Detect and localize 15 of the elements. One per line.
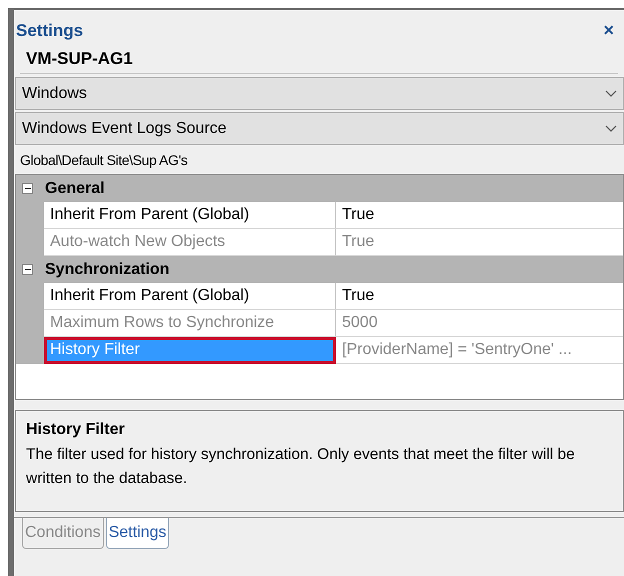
- object-name: VM-SUP-AG1: [20, 41, 618, 74]
- group-header[interactable]: Synchronization: [45, 260, 170, 278]
- collapse-icon[interactable]: [22, 264, 33, 275]
- dropdown[interactable]: Windows: [15, 77, 624, 110]
- chevron-icon: [605, 125, 617, 132]
- description-text: The filter used for history synchronization. Only events that meet the filter will be written to the database.: [26, 445, 576, 489]
- collapse-icon[interactable]: [22, 183, 33, 194]
- path-label: Global\Default Site\Sup AG's: [19, 151, 188, 170]
- close-button[interactable]: ×: [603, 20, 614, 41]
- panel-title: Settings: [16, 20, 84, 40]
- dropdown[interactable]: Windows Event Logs Source: [15, 112, 624, 145]
- description-title: History Filter: [26, 421, 126, 439]
- group-header[interactable]: General: [45, 180, 105, 198]
- chevron-icon: [605, 90, 617, 97]
- tab[interactable]: Settings: [106, 518, 170, 549]
